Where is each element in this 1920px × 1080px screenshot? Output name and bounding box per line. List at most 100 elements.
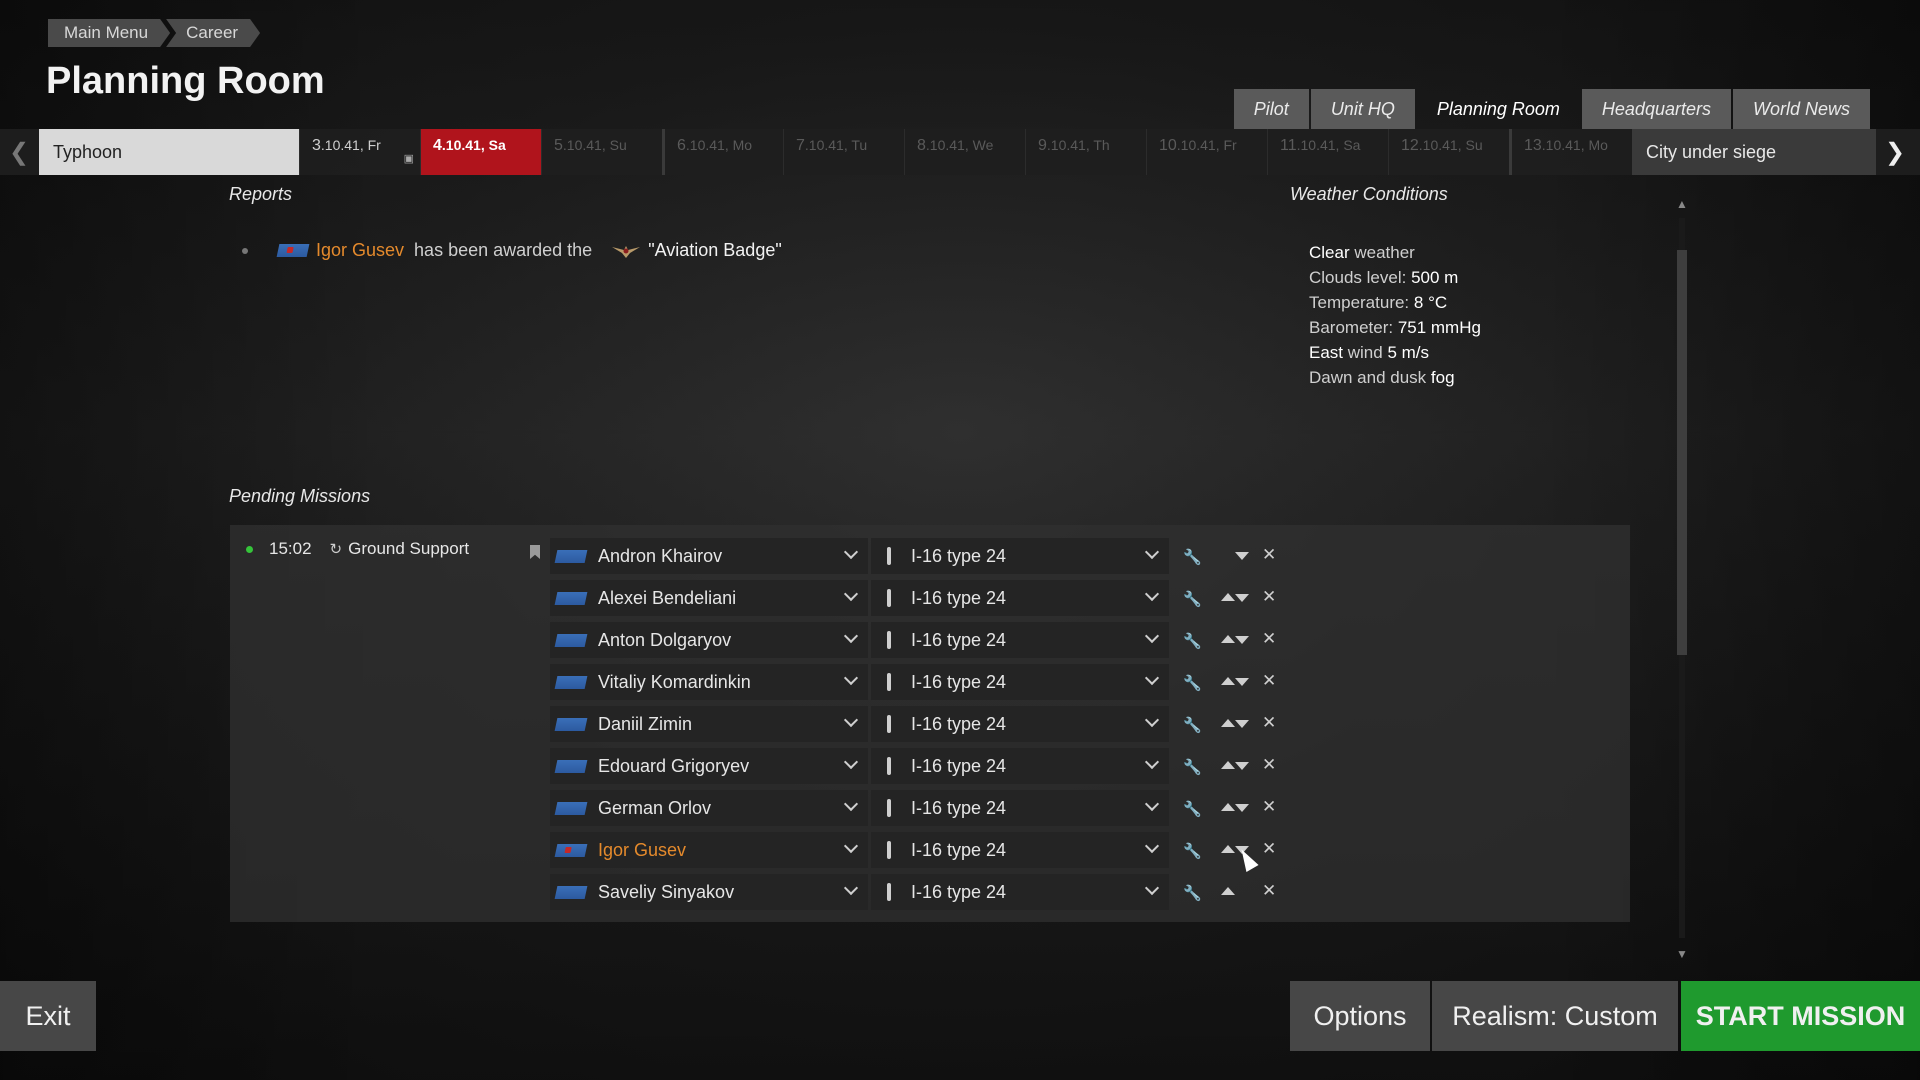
breadcrumb-career[interactable]: Career: [166, 19, 260, 47]
chevron-down-icon[interactable]: [844, 841, 858, 855]
move-down-icon[interactable]: [1235, 720, 1249, 728]
move-down-icon[interactable]: [1235, 678, 1249, 686]
timeline-prev-arrow-icon[interactable]: ❮: [0, 129, 38, 175]
timeline-day[interactable]: 3.10.41, Fr ▣: [299, 129, 420, 175]
close-icon[interactable]: ✕: [1262, 797, 1276, 817]
close-icon[interactable]: ✕: [1262, 629, 1276, 649]
pilot-dropdown[interactable]: Anton Dolgaryov: [550, 622, 868, 658]
plane-dropdown[interactable]: I-16 type 24: [871, 790, 1169, 826]
start-mission-button[interactable]: START MISSION: [1681, 981, 1920, 1051]
scroll-down-icon[interactable]: ▼: [1674, 946, 1690, 962]
plane-dropdown[interactable]: I-16 type 24: [871, 538, 1169, 574]
move-down-icon[interactable]: [1235, 636, 1249, 644]
plane-dropdown[interactable]: I-16 type 24: [871, 664, 1169, 700]
scroll-up-icon[interactable]: ▲: [1674, 196, 1690, 212]
plane-dropdown[interactable]: I-16 type 24: [871, 832, 1169, 868]
wrench-icon[interactable]: 🔧: [1183, 716, 1202, 734]
timeline-day[interactable]: 8.10.41, We: [904, 129, 1025, 175]
chevron-down-icon[interactable]: [844, 799, 858, 813]
chevron-down-icon[interactable]: [844, 757, 858, 771]
tab-planning-room[interactable]: Planning Room: [1417, 89, 1580, 129]
chevron-down-icon[interactable]: [844, 631, 858, 645]
move-down-icon[interactable]: [1235, 804, 1249, 812]
chevron-down-icon[interactable]: [1145, 715, 1159, 729]
wrench-icon[interactable]: 🔧: [1183, 842, 1202, 860]
pilot-dropdown[interactable]: Vitaliy Komardinkin: [550, 664, 868, 700]
chevron-down-icon[interactable]: [844, 673, 858, 687]
chevron-down-icon[interactable]: [1145, 799, 1159, 813]
move-up-icon[interactable]: [1221, 677, 1235, 685]
pilot-dropdown[interactable]: Alexei Bendeliani: [550, 580, 868, 616]
plane-dropdown[interactable]: I-16 type 24: [871, 874, 1169, 910]
timeline-day[interactable]: 5.10.41, Su: [541, 129, 662, 175]
move-down-icon[interactable]: [1235, 552, 1249, 560]
move-up-icon[interactable]: [1221, 845, 1235, 853]
exit-button[interactable]: Exit: [0, 981, 96, 1051]
chevron-down-icon[interactable]: [844, 715, 858, 729]
chevron-down-icon[interactable]: [844, 883, 858, 897]
move-up-icon[interactable]: [1221, 761, 1235, 769]
timeline-day[interactable]: 6.10.41, Mo: [662, 129, 783, 175]
close-icon[interactable]: ✕: [1262, 713, 1276, 733]
wrench-icon[interactable]: 🔧: [1183, 548, 1202, 566]
plane-dropdown[interactable]: I-16 type 24: [871, 748, 1169, 784]
tab-headquarters[interactable]: Headquarters: [1581, 89, 1731, 129]
move-up-icon[interactable]: [1221, 593, 1235, 601]
wrench-icon[interactable]: 🔧: [1183, 884, 1202, 902]
timeline-day[interactable]: 11.10.41, Sa: [1267, 129, 1388, 175]
pilot-dropdown[interactable]: Igor Gusev: [550, 832, 868, 868]
options-button[interactable]: Options: [1290, 981, 1430, 1051]
breadcrumb-main-menu[interactable]: Main Menu: [48, 19, 170, 47]
close-icon[interactable]: ✕: [1262, 755, 1276, 775]
move-down-icon[interactable]: [1235, 762, 1249, 770]
chevron-down-icon[interactable]: [1145, 673, 1159, 687]
chevron-down-icon[interactable]: [1145, 631, 1159, 645]
timeline-day[interactable]: 7.10.41, Tu: [783, 129, 904, 175]
wrench-icon[interactable]: 🔧: [1183, 590, 1202, 608]
wrench-icon[interactable]: 🔧: [1183, 674, 1202, 692]
move-up-icon[interactable]: [1221, 887, 1235, 895]
plane-dropdown[interactable]: I-16 type 24: [871, 580, 1169, 616]
timeline-day[interactable]: 13.10.41, Mo: [1509, 129, 1630, 175]
timeline-day[interactable]: 12.10.41, Su: [1388, 129, 1509, 175]
pilot-dropdown[interactable]: German Orlov: [550, 790, 868, 826]
scroll-thumb[interactable]: [1677, 250, 1687, 655]
chevron-down-icon[interactable]: [1145, 757, 1159, 771]
campaign-name[interactable]: Typhoon: [39, 129, 299, 175]
bookmark-icon[interactable]: [530, 545, 540, 559]
wrench-icon[interactable]: 🔧: [1183, 758, 1202, 776]
chevron-down-icon[interactable]: [844, 589, 858, 603]
pilot-dropdown[interactable]: Andron Khairov: [550, 538, 868, 574]
move-up-icon[interactable]: [1221, 635, 1235, 643]
timeline-day[interactable]: 10.10.41, Fr: [1146, 129, 1267, 175]
vertical-scrollbar[interactable]: ▲ ▼: [1674, 196, 1690, 962]
move-down-icon[interactable]: [1235, 594, 1249, 602]
tab-pilot[interactable]: Pilot: [1233, 89, 1309, 129]
pilot-dropdown[interactable]: Edouard Grigoryev: [550, 748, 868, 784]
close-icon[interactable]: ✕: [1262, 671, 1276, 691]
move-up-icon[interactable]: [1221, 803, 1235, 811]
tab-unit-hq[interactable]: Unit HQ: [1310, 89, 1415, 129]
chapter-title[interactable]: City under siege: [1632, 129, 1876, 175]
chevron-down-icon[interactable]: [1145, 589, 1159, 603]
pilot-dropdown[interactable]: Daniil Zimin: [550, 706, 868, 742]
tab-world-news[interactable]: World News: [1732, 89, 1870, 129]
close-icon[interactable]: ✕: [1262, 881, 1276, 901]
plane-dropdown[interactable]: I-16 type 24: [871, 706, 1169, 742]
timeline-next-arrow-icon[interactable]: ❯: [1876, 129, 1914, 175]
timeline-day[interactable]: 9.10.41, Th: [1025, 129, 1146, 175]
wrench-icon[interactable]: 🔧: [1183, 800, 1202, 818]
wrench-icon[interactable]: 🔧: [1183, 632, 1202, 650]
move-up-icon[interactable]: [1221, 719, 1235, 727]
close-icon[interactable]: ✕: [1262, 839, 1276, 859]
close-icon[interactable]: ✕: [1262, 587, 1276, 607]
pilot-dropdown[interactable]: Saveliy Sinyakov: [550, 874, 868, 910]
report-pilot-link[interactable]: Igor Gusev: [316, 240, 404, 261]
chevron-down-icon[interactable]: [844, 547, 858, 561]
realism-button[interactable]: Realism: Custom: [1432, 981, 1678, 1051]
plane-dropdown[interactable]: I-16 type 24: [871, 622, 1169, 658]
chevron-down-icon[interactable]: [1145, 841, 1159, 855]
chevron-down-icon[interactable]: [1145, 547, 1159, 561]
chevron-down-icon[interactable]: [1145, 883, 1159, 897]
close-icon[interactable]: ✕: [1262, 545, 1276, 565]
